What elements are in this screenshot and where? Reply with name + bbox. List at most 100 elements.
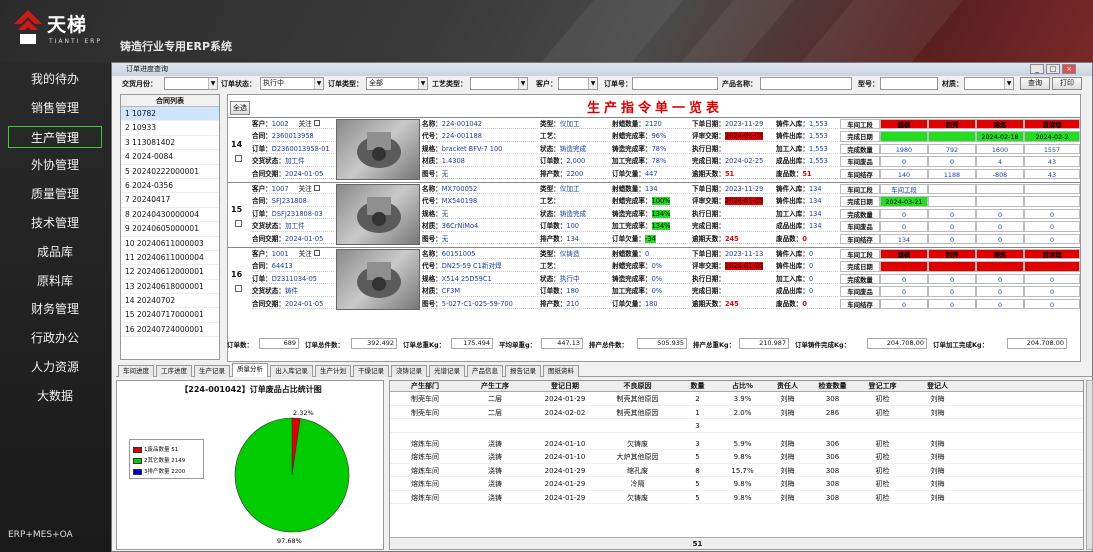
grid-cell-done_qty: 0 [1024, 273, 1080, 285]
field-label: 加工完成率： [612, 222, 652, 231]
print-button[interactable]: 打印 [1052, 77, 1082, 90]
tab-10[interactable]: 报告记录 [505, 365, 541, 377]
grid-cell-proc: 蜡模 [880, 249, 928, 260]
material-select[interactable]: ▼ [964, 77, 1014, 90]
contract-list-item[interactable]: 7 20240417 [121, 193, 219, 208]
grid-row[interactable]: 熔炼车间 浇铸 2024-01-10 大炉其他原因 5 9.8% 刘梅 306 初检 刘梅 [390, 451, 1083, 464]
contract-list-item[interactable]: 6 2024-0356 [121, 179, 219, 194]
grid-cell: 初检 [875, 408, 890, 417]
order-no-input[interactable] [632, 77, 718, 90]
tab-9[interactable]: 产品信息 [467, 365, 503, 377]
tab-6[interactable]: 干燥记录 [353, 365, 389, 377]
contract-list-item[interactable]: 16 20240724000001 [121, 323, 219, 338]
contract-list-item[interactable]: 15 20240717000001 [121, 308, 219, 323]
sidebar-item-5[interactable]: 技术管理 [8, 212, 102, 234]
card-field-craft: 工艺： [540, 131, 610, 142]
field-label: 订单数： [540, 222, 567, 231]
grid-cell: 浇铸 [488, 480, 502, 488]
sidebar-item-10[interactable]: 人力资源 [8, 356, 102, 378]
tab-5[interactable]: 生产计划 [315, 365, 351, 377]
contract-list-item[interactable]: 1 10782 [121, 107, 219, 122]
grid-row[interactable]: 熔炼车间 浇铸 2024-01-29 冷隔 5 9.8% 刘梅 308 初检 刘梅 [390, 478, 1083, 491]
grid-row[interactable]: 熔炼车间 浇铸 2024-01-10 欠铸废 3 5.9% 刘梅 306 初检 刘梅 [390, 438, 1083, 450]
customer-select[interactable]: ▼ [558, 77, 598, 90]
grid-cell-stock: 1188 [928, 168, 976, 179]
sidebar-item-3[interactable]: 外协管理 [8, 154, 102, 176]
tab-4[interactable]: 出入库记录 [270, 365, 313, 377]
tab-8[interactable]: 光谱记录 [429, 365, 465, 377]
field-value: X514 25D59C1 [441, 274, 492, 283]
sidebar-item-0[interactable]: 我的待办 [8, 68, 102, 90]
sidebar-item-2[interactable]: 生产管理 [8, 125, 102, 148]
order-card: 15 客户：1007 关注 合同：SFJ231808 订单：DSFJ231808-03 交… [228, 182, 1080, 246]
card-field-exec_date: 执行日期： [692, 274, 774, 285]
field-value: 245 [724, 299, 739, 308]
contract-list-item[interactable]: 14 20240702 [121, 294, 219, 309]
card-checkbox[interactable] [235, 155, 242, 162]
model-label: 型号： [858, 80, 879, 88]
maximize-button[interactable]: □ [1046, 64, 1060, 74]
follow-checkbox[interactable] [313, 250, 320, 256]
sidebar-item-11[interactable]: 大数据 [8, 385, 102, 407]
field-label: 图号： [422, 299, 442, 308]
contract-list-item[interactable]: 10 20240611000003 [121, 237, 219, 251]
model-input[interactable] [880, 77, 938, 90]
grid-col-header: 登记人 [927, 382, 948, 390]
contract-list-item[interactable]: 3 113081402 [121, 136, 219, 151]
sidebar-item-1[interactable]: 销售管理 [8, 97, 102, 119]
tab-7[interactable]: 浇铸记录 [391, 365, 427, 377]
contract-list-item[interactable]: 2 10933 [121, 121, 219, 136]
contract-list-item[interactable]: 9 20240605000001 [121, 222, 219, 237]
contract-list-item[interactable]: 11 20240611000004 [121, 251, 219, 266]
sidebar-item-7[interactable]: 原料库 [8, 270, 102, 292]
contract-list-item[interactable]: 13 20240618000001 [121, 280, 219, 295]
tab-0[interactable]: 车间进度 [118, 365, 154, 377]
chevron-down-icon: ▼ [588, 78, 597, 89]
field-label: 状态： [540, 209, 560, 218]
field-value: 1,553 [808, 144, 828, 153]
contract-list-item[interactable]: 12 20240612000001 [121, 265, 219, 280]
sidebar-item-6[interactable]: 成品库 [8, 241, 102, 263]
sidebar-item-8[interactable]: 财务管理 [8, 298, 102, 320]
process-type-select[interactable]: ▼ [470, 77, 528, 90]
contract-list-item[interactable]: 8 20240430000004 [121, 208, 219, 223]
field-label: 加工入库： [776, 144, 809, 153]
tab-2[interactable]: 生产记录 [194, 365, 230, 377]
field-value: 0 [802, 299, 807, 308]
query-button[interactable]: 查询 [1020, 77, 1050, 90]
product-name-input[interactable] [760, 77, 852, 90]
minimize-button[interactable]: _ [1030, 64, 1044, 74]
field-value: 0 [802, 234, 807, 243]
grid-row-label: 完成日期 [840, 261, 880, 272]
sidebar-item-4[interactable]: 质量管理 [8, 183, 102, 205]
order-status-select[interactable]: 执行中 ▼ [260, 77, 324, 90]
card-checkbox[interactable] [235, 285, 242, 292]
grid-cell-scrap: 0 [1024, 286, 1080, 297]
card-field-state: 状态：执行中 [540, 274, 610, 285]
close-button[interactable]: × [1062, 64, 1076, 74]
tab-11[interactable]: 图纸资料 [543, 365, 579, 377]
follow-checkbox[interactable] [313, 120, 320, 126]
grid-row[interactable]: 熔炼车间 浇铸 2024-01-29 欠铸废 5 9.8% 刘梅 308 初检 刘梅 [390, 492, 1083, 504]
contract-list-item[interactable]: 4 2024-0084 [121, 150, 219, 165]
grid-row[interactable]: 制壳车间 二层 2024-01-29 制壳其他原因 2 3.9% 刘梅 308 初检 刘梅 [390, 393, 1083, 406]
grid-row-label: 完成数量 [840, 208, 880, 220]
card-checkbox[interactable] [235, 220, 242, 227]
grid-row[interactable]: 熔炼车间 浇铸 2024-01-29 缩孔废 8 15.7% 刘梅 308 初检 刘梅 [390, 465, 1083, 477]
field-value: 1002 [271, 120, 289, 128]
grid-row[interactable]: 3 [390, 420, 1083, 433]
follow-checkbox[interactable] [313, 185, 320, 191]
grid-cell [910, 420, 965, 433]
sidebar-item-9[interactable]: 行政办公 [8, 327, 102, 349]
select-all-button[interactable]: 全选 [230, 101, 250, 115]
order-type-select[interactable]: 全部 ▼ [366, 77, 428, 90]
field-value: 51 [724, 169, 735, 178]
field-label: 评审交期： [692, 132, 725, 141]
grid-cell: 306 [825, 453, 840, 461]
grid-scrollbar[interactable] [1086, 380, 1093, 550]
tab-1[interactable]: 工序进度 [156, 365, 192, 377]
contract-list-item[interactable]: 5 20240222000001 [121, 165, 219, 179]
delivery-month-select[interactable]: ▼ [164, 77, 218, 90]
tab-3[interactable]: 质量分析 [232, 363, 268, 377]
grid-row[interactable]: 制壳车间 二层 2024-02-02 制壳其他原因 1 2.0% 刘梅 286 初检 刘梅 [390, 407, 1083, 419]
